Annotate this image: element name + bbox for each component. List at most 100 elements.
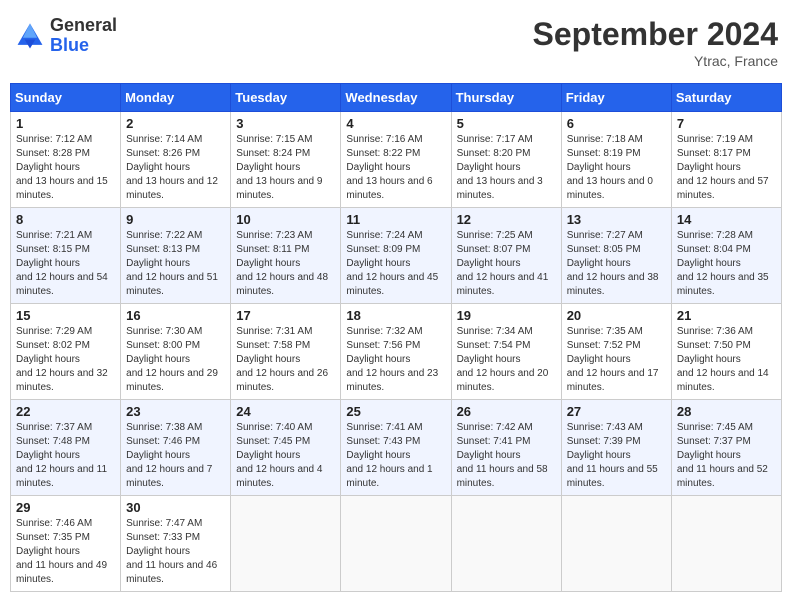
calendar-cell: 2 Sunrise: 7:14 AM Sunset: 8:26 PM Dayli… xyxy=(121,112,231,208)
day-number: 6 xyxy=(567,116,666,131)
calendar-cell: 20 Sunrise: 7:35 AM Sunset: 7:52 PM Dayl… xyxy=(561,304,671,400)
day-number: 8 xyxy=(16,212,115,227)
calendar-cell: 17 Sunrise: 7:31 AM Sunset: 7:58 PM Dayl… xyxy=(231,304,341,400)
calendar-cell: 29 Sunrise: 7:46 AM Sunset: 7:35 PM Dayl… xyxy=(11,496,121,592)
day-number: 1 xyxy=(16,116,115,131)
day-info: Sunrise: 7:17 AM Sunset: 8:20 PM Dayligh… xyxy=(457,133,556,203)
day-number: 10 xyxy=(236,212,335,227)
calendar-cell: 30 Sunrise: 7:47 AM Sunset: 7:33 PM Dayl… xyxy=(121,496,231,592)
calendar-cell xyxy=(451,496,561,592)
day-info: Sunrise: 7:21 AM Sunset: 8:15 PM Dayligh… xyxy=(16,229,115,299)
day-number: 21 xyxy=(677,308,776,323)
col-monday: Monday xyxy=(121,84,231,112)
calendar-cell: 18 Sunrise: 7:32 AM Sunset: 7:56 PM Dayl… xyxy=(341,304,451,400)
day-info: Sunrise: 7:40 AM Sunset: 7:45 PM Dayligh… xyxy=(236,421,335,491)
day-info: Sunrise: 7:47 AM Sunset: 7:33 PM Dayligh… xyxy=(126,517,225,587)
calendar-cell: 5 Sunrise: 7:17 AM Sunset: 8:20 PM Dayli… xyxy=(451,112,561,208)
day-number: 16 xyxy=(126,308,225,323)
location: Ytrac, France xyxy=(533,53,778,69)
calendar-cell: 19 Sunrise: 7:34 AM Sunset: 7:54 PM Dayl… xyxy=(451,304,561,400)
calendar-cell xyxy=(561,496,671,592)
day-number: 27 xyxy=(567,404,666,419)
day-number: 12 xyxy=(457,212,556,227)
day-info: Sunrise: 7:22 AM Sunset: 8:13 PM Dayligh… xyxy=(126,229,225,299)
day-number: 9 xyxy=(126,212,225,227)
calendar-cell: 16 Sunrise: 7:30 AM Sunset: 8:00 PM Dayl… xyxy=(121,304,231,400)
day-number: 5 xyxy=(457,116,556,131)
day-number: 13 xyxy=(567,212,666,227)
calendar-cell: 23 Sunrise: 7:38 AM Sunset: 7:46 PM Dayl… xyxy=(121,400,231,496)
day-number: 25 xyxy=(346,404,445,419)
calendar-week-5: 29 Sunrise: 7:46 AM Sunset: 7:35 PM Dayl… xyxy=(11,496,782,592)
page-header: General Blue September 2024 Ytrac, Franc… xyxy=(10,10,782,75)
calendar-cell: 12 Sunrise: 7:25 AM Sunset: 8:07 PM Dayl… xyxy=(451,208,561,304)
calendar-cell: 22 Sunrise: 7:37 AM Sunset: 7:48 PM Dayl… xyxy=(11,400,121,496)
day-info: Sunrise: 7:42 AM Sunset: 7:41 PM Dayligh… xyxy=(457,421,556,491)
day-number: 30 xyxy=(126,500,225,515)
calendar-week-1: 1 Sunrise: 7:12 AM Sunset: 8:28 PM Dayli… xyxy=(11,112,782,208)
day-info: Sunrise: 7:29 AM Sunset: 8:02 PM Dayligh… xyxy=(16,325,115,395)
calendar-cell: 15 Sunrise: 7:29 AM Sunset: 8:02 PM Dayl… xyxy=(11,304,121,400)
calendar-cell: 11 Sunrise: 7:24 AM Sunset: 8:09 PM Dayl… xyxy=(341,208,451,304)
col-tuesday: Tuesday xyxy=(231,84,341,112)
title-block: September 2024 Ytrac, France xyxy=(533,16,778,69)
calendar-cell: 8 Sunrise: 7:21 AM Sunset: 8:15 PM Dayli… xyxy=(11,208,121,304)
day-number: 2 xyxy=(126,116,225,131)
day-info: Sunrise: 7:14 AM Sunset: 8:26 PM Dayligh… xyxy=(126,133,225,203)
day-number: 28 xyxy=(677,404,776,419)
month-title: September 2024 xyxy=(533,16,778,53)
day-info: Sunrise: 7:35 AM Sunset: 7:52 PM Dayligh… xyxy=(567,325,666,395)
calendar-cell xyxy=(231,496,341,592)
calendar-cell: 21 Sunrise: 7:36 AM Sunset: 7:50 PM Dayl… xyxy=(671,304,781,400)
day-number: 17 xyxy=(236,308,335,323)
day-number: 26 xyxy=(457,404,556,419)
day-info: Sunrise: 7:15 AM Sunset: 8:24 PM Dayligh… xyxy=(236,133,335,203)
day-info: Sunrise: 7:28 AM Sunset: 8:04 PM Dayligh… xyxy=(677,229,776,299)
calendar-cell: 6 Sunrise: 7:18 AM Sunset: 8:19 PM Dayli… xyxy=(561,112,671,208)
day-info: Sunrise: 7:12 AM Sunset: 8:28 PM Dayligh… xyxy=(16,133,115,203)
day-info: Sunrise: 7:43 AM Sunset: 7:39 PM Dayligh… xyxy=(567,421,666,491)
day-info: Sunrise: 7:16 AM Sunset: 8:22 PM Dayligh… xyxy=(346,133,445,203)
day-info: Sunrise: 7:46 AM Sunset: 7:35 PM Dayligh… xyxy=(16,517,115,587)
day-info: Sunrise: 7:25 AM Sunset: 8:07 PM Dayligh… xyxy=(457,229,556,299)
calendar-cell: 4 Sunrise: 7:16 AM Sunset: 8:22 PM Dayli… xyxy=(341,112,451,208)
day-info: Sunrise: 7:45 AM Sunset: 7:37 PM Dayligh… xyxy=(677,421,776,491)
day-number: 3 xyxy=(236,116,335,131)
day-number: 4 xyxy=(346,116,445,131)
day-number: 19 xyxy=(457,308,556,323)
calendar-cell: 1 Sunrise: 7:12 AM Sunset: 8:28 PM Dayli… xyxy=(11,112,121,208)
col-saturday: Saturday xyxy=(671,84,781,112)
calendar-cell: 3 Sunrise: 7:15 AM Sunset: 8:24 PM Dayli… xyxy=(231,112,341,208)
calendar-cell: 27 Sunrise: 7:43 AM Sunset: 7:39 PM Dayl… xyxy=(561,400,671,496)
day-info: Sunrise: 7:32 AM Sunset: 7:56 PM Dayligh… xyxy=(346,325,445,395)
day-number: 14 xyxy=(677,212,776,227)
day-number: 7 xyxy=(677,116,776,131)
day-number: 15 xyxy=(16,308,115,323)
day-info: Sunrise: 7:19 AM Sunset: 8:17 PM Dayligh… xyxy=(677,133,776,203)
col-sunday: Sunday xyxy=(11,84,121,112)
day-info: Sunrise: 7:31 AM Sunset: 7:58 PM Dayligh… xyxy=(236,325,335,395)
calendar-cell: 26 Sunrise: 7:42 AM Sunset: 7:41 PM Dayl… xyxy=(451,400,561,496)
day-info: Sunrise: 7:24 AM Sunset: 8:09 PM Dayligh… xyxy=(346,229,445,299)
logo-blue-text: Blue xyxy=(50,35,89,55)
calendar-cell xyxy=(341,496,451,592)
day-info: Sunrise: 7:27 AM Sunset: 8:05 PM Dayligh… xyxy=(567,229,666,299)
calendar-cell: 10 Sunrise: 7:23 AM Sunset: 8:11 PM Dayl… xyxy=(231,208,341,304)
calendar-cell: 9 Sunrise: 7:22 AM Sunset: 8:13 PM Dayli… xyxy=(121,208,231,304)
day-info: Sunrise: 7:23 AM Sunset: 8:11 PM Dayligh… xyxy=(236,229,335,299)
day-info: Sunrise: 7:18 AM Sunset: 8:19 PM Dayligh… xyxy=(567,133,666,203)
day-number: 18 xyxy=(346,308,445,323)
calendar-cell: 14 Sunrise: 7:28 AM Sunset: 8:04 PM Dayl… xyxy=(671,208,781,304)
calendar-table: Sunday Monday Tuesday Wednesday Thursday… xyxy=(10,83,782,592)
day-number: 24 xyxy=(236,404,335,419)
col-friday: Friday xyxy=(561,84,671,112)
day-number: 11 xyxy=(346,212,445,227)
calendar-header-row: Sunday Monday Tuesday Wednesday Thursday… xyxy=(11,84,782,112)
day-info: Sunrise: 7:38 AM Sunset: 7:46 PM Dayligh… xyxy=(126,421,225,491)
calendar-week-3: 15 Sunrise: 7:29 AM Sunset: 8:02 PM Dayl… xyxy=(11,304,782,400)
calendar-cell: 25 Sunrise: 7:41 AM Sunset: 7:43 PM Dayl… xyxy=(341,400,451,496)
logo: General Blue xyxy=(14,16,117,56)
calendar-cell xyxy=(671,496,781,592)
day-number: 22 xyxy=(16,404,115,419)
day-info: Sunrise: 7:30 AM Sunset: 8:00 PM Dayligh… xyxy=(126,325,225,395)
